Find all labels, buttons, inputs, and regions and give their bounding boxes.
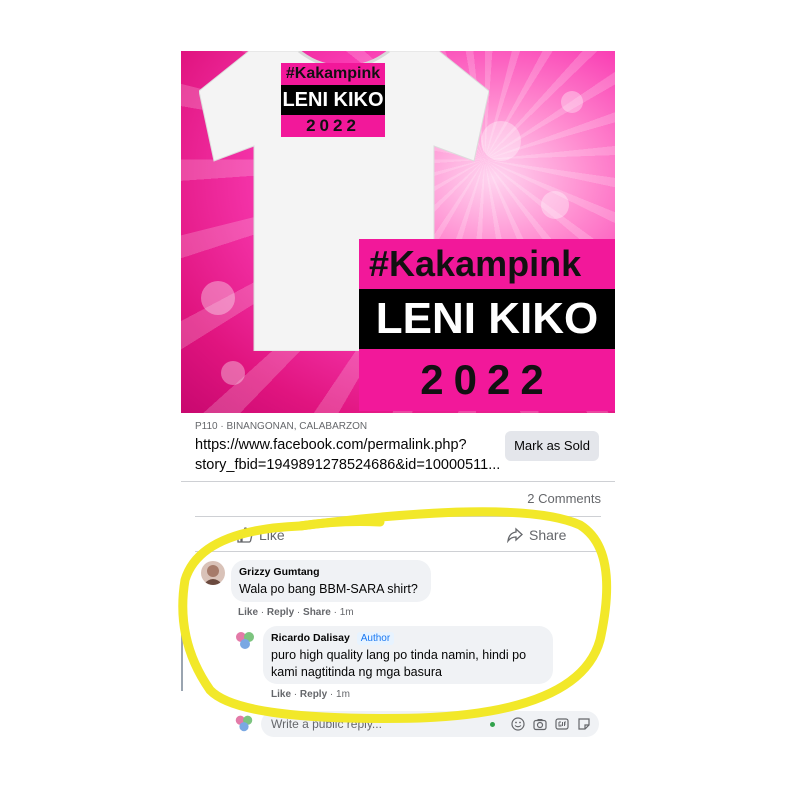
marketplace-post: #Kakampink LENI KIKO 2022 #Kakampink LEN… [181,51,615,743]
comment-share-link[interactable]: Share [303,607,331,618]
avatar[interactable] [201,561,225,585]
listing-link-line1[interactable]: https://www.facebook.com/permalink.php? [195,435,505,455]
author-badge: Author [356,632,395,645]
avatar [233,712,255,734]
thread-line [181,619,183,691]
shirt-print: #Kakampink LENI KIKO 2022 [281,63,385,137]
share-label: Share [529,527,567,543]
reply-input[interactable]: Write a public reply... [261,711,599,737]
reply-bubble: Ricardo Dalisay Author puro high quality… [263,626,553,684]
user-photo-icon [201,561,225,585]
like-label: Like [259,527,285,543]
camera-icon[interactable] [533,717,547,731]
bokeh-light [541,191,569,219]
divider [195,516,601,517]
reply-tools [511,717,591,731]
shirt-hashtag: #Kakampink [281,63,385,85]
promo-banner: #Kakampink LENI KIKO 2022 [359,239,615,411]
reply-like-link[interactable]: Like [271,689,291,700]
avatar[interactable] [233,628,257,652]
reply-text-line2: kami nagtitinda ng mga basura [271,665,442,679]
user-photo-icon [233,628,257,652]
comment-bubble: Grizzy Gumtang Wala po bang BBM-SARA shi… [231,560,431,602]
comments-count[interactable]: 2 Comments [527,491,601,506]
online-dot [490,722,495,727]
reply-time[interactable]: 1m [336,689,350,700]
reply-author[interactable]: Ricardo Dalisay [271,632,350,644]
comment-text: Wala po bang BBM-SARA shirt? [239,582,418,596]
reply-text: puro high quality lang po tinda namin, h… [271,647,526,681]
divider [181,481,615,482]
banner-names: LENI KIKO [359,289,615,349]
emoji-icon[interactable] [511,717,525,731]
comment-actions: Like · Reply · Share · 1m [238,607,354,618]
bokeh-light [561,91,583,113]
comment-time[interactable]: 1m [340,607,354,618]
sticker-icon[interactable] [577,717,591,731]
thumbs-up-icon [237,527,253,543]
share-arrow-icon [507,527,523,543]
shirt-year: 2022 [281,115,385,137]
product-image[interactable]: #Kakampink LENI KIKO 2022 #Kakampink LEN… [181,51,615,413]
comment-reply-link[interactable]: Reply [267,607,294,618]
bokeh-light [221,361,245,385]
reply-text-line1: puro high quality lang po tinda namin, h… [271,648,527,662]
like-button[interactable]: Like [237,527,285,543]
gif-icon[interactable] [555,717,569,731]
reply-reply-link[interactable]: Reply [300,689,327,700]
comment-author[interactable]: Grizzy Gumtang [239,566,320,578]
banner-hashtag: #Kakampink [359,239,615,289]
listing-meta: P110 · BINANGONAN, CALABARZON [195,421,368,432]
comment-like-link[interactable]: Like [238,607,258,618]
mark-as-sold-button[interactable]: Mark as Sold [505,431,599,461]
reply-placeholder: Write a public reply... [271,717,382,731]
divider [195,551,601,552]
user-photo-icon [233,712,255,734]
share-button[interactable]: Share [507,527,566,543]
listing-link-line2[interactable]: story_fbid=1949891278524686&id=10000511.… [195,455,505,475]
reply-author-row: Ricardo Dalisay Author [271,632,395,645]
reply-actions: Like · Reply · 1m [271,689,350,700]
banner-year: 2022 [359,349,615,411]
shirt-names: LENI KIKO [281,85,385,115]
listing-link[interactable]: https://www.facebook.com/permalink.php? … [195,435,505,475]
